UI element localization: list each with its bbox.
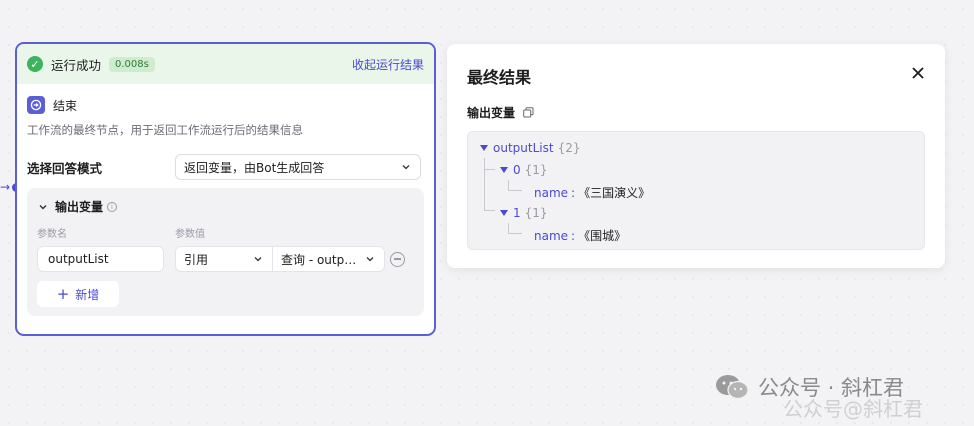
node-description: 工作流的最终节点，用于返回工作流运行后的结果信息	[27, 123, 303, 137]
ref-type-value: 引用	[184, 252, 209, 267]
tree-field-value: 《三国演义》	[578, 186, 651, 200]
tree-guide-line	[508, 223, 522, 234]
tree-root-row[interactable]: outputList {2}	[480, 141, 580, 155]
node-title: 结束	[53, 98, 78, 113]
expand-triangle-icon[interactable]	[480, 145, 488, 151]
tree-item-index: 1	[513, 206, 521, 220]
expand-triangle-icon[interactable]	[500, 210, 508, 216]
tree-root-count: {2}	[557, 141, 581, 155]
run-result-bar: ✓ 运行成功 0.008s 收起运行结果	[17, 44, 434, 84]
plus-icon: +	[56, 284, 70, 303]
tree-field-value: 《围城》	[578, 229, 627, 243]
run-status-text: 运行成功	[51, 57, 102, 73]
run-time-badge: 0.008s	[109, 56, 155, 72]
connection-arrow-icon: →	[0, 180, 11, 194]
output-variables-label: 输出变量	[467, 106, 516, 120]
add-param-button[interactable]: + 新增	[37, 281, 119, 307]
tree-leaf-row: name : 《三国演义》	[534, 185, 651, 201]
answer-mode-select[interactable]: 返回变量，由Bot生成回答	[175, 154, 421, 180]
chevron-down-icon	[402, 165, 410, 170]
tree-root-key: outputList	[493, 141, 554, 155]
copy-icon[interactable]	[523, 107, 534, 118]
check-circle-icon: ✓	[27, 56, 43, 72]
collapse-results-link[interactable]: 收起运行结果	[352, 56, 424, 73]
tree-item-index: 0	[513, 163, 521, 177]
close-icon[interactable]	[911, 66, 925, 80]
result-title: 最终结果	[467, 68, 532, 87]
remove-param-button[interactable]	[390, 251, 405, 267]
tree-field-key: name	[534, 185, 569, 200]
ref-type-select[interactable]: 引用	[175, 246, 273, 272]
ref-value-text: 查询 - outpu...	[281, 252, 359, 267]
tree-guide-line	[508, 180, 522, 191]
tree-item-count: {1}	[524, 206, 548, 220]
ref-value-select[interactable]: 查询 - outpu...	[273, 246, 385, 272]
param-name-header: 参数名	[37, 229, 67, 240]
end-node-icon	[27, 96, 45, 114]
param-row: 引用 查询 - outpu...	[37, 246, 414, 272]
tree-item-row[interactable]: 1 {1}	[500, 206, 548, 220]
info-icon[interactable]: i	[107, 201, 118, 212]
output-variables-section: 输出变量 i 参数名 参数值 引用 查询 - outpu...	[27, 188, 424, 316]
param-value-header: 参数值	[175, 229, 205, 240]
answer-mode-label: 选择回答模式	[27, 160, 103, 176]
param-name-input[interactable]	[37, 246, 164, 272]
wechat-logo-icon	[716, 375, 749, 400]
final-result-panel: 最终结果 输出变量 outputList {2} 0 {1} name : 《三…	[447, 44, 945, 268]
watermark-subtext: 公众号@斜杠君	[783, 397, 923, 421]
answer-mode-value: 返回变量，由Bot生成回答	[184, 160, 325, 175]
expand-triangle-icon[interactable]	[500, 167, 508, 173]
chevron-down-icon	[254, 257, 262, 262]
tree-leaf-row: name : 《围城》	[534, 228, 627, 244]
tree-field-key: name	[534, 228, 569, 243]
add-param-label: 新增	[75, 287, 100, 302]
tree-guide-line	[484, 158, 495, 170]
collapse-chevron-icon[interactable]	[37, 201, 49, 213]
tree-guide-line	[484, 170, 495, 211]
end-node-card[interactable]: ✓ 运行成功 0.008s 收起运行结果 结束 工作流的最终节点，用于返回工作流…	[15, 42, 436, 336]
result-json-tree: outputList {2} 0 {1} name : 《三国演义》 1 {1}…	[467, 131, 925, 250]
output-section-title: 输出变量	[55, 200, 104, 214]
tree-item-count: {1}	[524, 163, 548, 177]
chevron-down-icon	[366, 257, 374, 262]
tree-item-row[interactable]: 0 {1}	[500, 163, 548, 177]
